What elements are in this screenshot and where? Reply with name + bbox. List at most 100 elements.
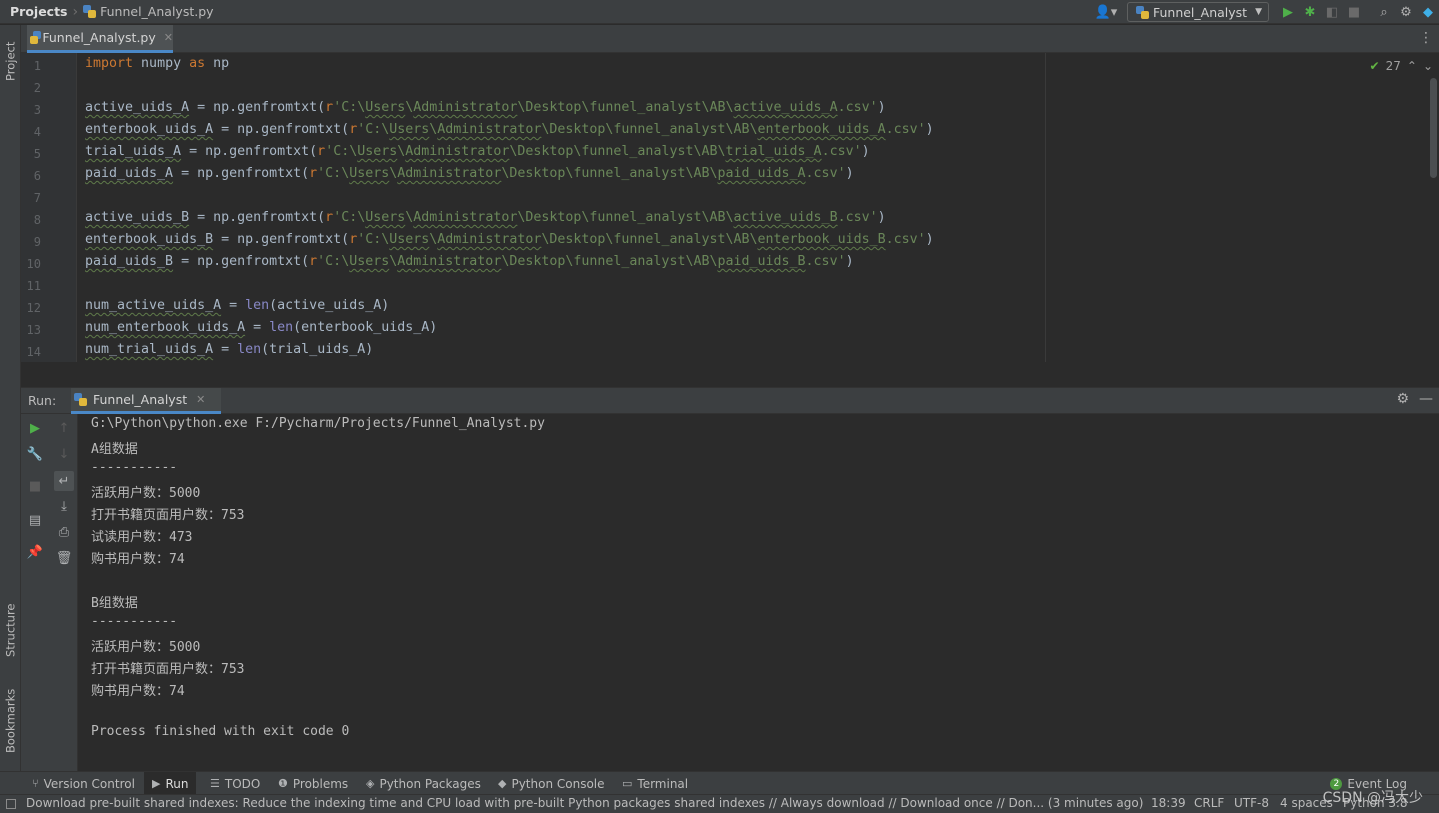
console-line: B组数据	[91, 596, 138, 611]
list-icon: ☰	[210, 777, 220, 790]
line-number: 4	[33, 125, 41, 139]
structure-tool-tab[interactable]: Structure	[0, 595, 21, 665]
toolbar-right: 👤▾ Funnel_Analyst ▼ ▶ ✱ ◧ ■ ⌕ ⚙ ◆	[1091, 0, 1439, 24]
console-line: 活跃用户数：5000	[91, 640, 201, 655]
line-separator[interactable]: CRLF	[1194, 796, 1224, 810]
layout-icon[interactable]: ▤	[25, 510, 45, 530]
project-tool-label: Project	[3, 41, 18, 81]
settings-icon[interactable]: ⚙	[1396, 391, 1409, 407]
structure-tool-label: Structure	[3, 603, 18, 657]
editor-tab-label: Funnel_Analyst.py	[42, 30, 156, 45]
code-line: trial_uids_A = np.genfromtxt(r'C:\Users\…	[85, 144, 870, 159]
code-editor[interactable]: 1 2 3 4 5 6 7 8 9 10 11 12 13 14 import numpy as np ac…	[21, 53, 1439, 362]
more-options-icon[interactable]: ⋮	[1419, 30, 1433, 46]
line-number: 13	[26, 323, 41, 337]
packages-icon: ◈	[366, 777, 375, 790]
status-toggle-icon[interactable]	[6, 799, 16, 809]
tab-version-control-label: Version Control	[43, 776, 135, 791]
tab-python-console[interactable]: ◆ Python Console	[498, 772, 605, 795]
python-file-icon	[30, 31, 42, 44]
status-bar: Download pre-built shared indexes: Reduc…	[0, 794, 1439, 813]
soft-wrap-icon[interactable]: ↵	[54, 471, 74, 491]
breadcrumb-file[interactable]: Funnel_Analyst.py	[100, 4, 213, 19]
code-line: num_trial_uids_A = len(trial_uids_A)	[85, 342, 374, 357]
file-encoding[interactable]: UTF-8	[1234, 796, 1269, 810]
bookmarks-tool-label: Bookmarks	[3, 688, 18, 754]
run-icon[interactable]: ▶	[1277, 1, 1299, 23]
line-number: 1	[33, 59, 41, 73]
editor-scrollbar[interactable]	[1430, 78, 1437, 178]
search-icon[interactable]: ⌕	[1373, 1, 1395, 23]
console-line: 购书用户数：74	[91, 552, 185, 567]
close-icon[interactable]: ✕	[164, 31, 173, 44]
bottom-tool-tabs: ⑂ Version Control ▶ Run ☰ TODO ❶ Problem…	[0, 771, 1439, 795]
line-number-gutter: 1 2 3 4 5 6 7 8 9 10 11 12 13 14	[21, 53, 77, 362]
debug-icon[interactable]: ✱	[1299, 1, 1321, 23]
console-line: 打开书籍页面用户数：753	[91, 508, 245, 523]
run-configuration-dropdown[interactable]: Funnel_Analyst ▼	[1126, 2, 1269, 22]
wrench-icon[interactable]: 🔧	[25, 444, 45, 464]
bookmarks-tool-tab[interactable]: Bookmarks	[0, 681, 21, 761]
inspection-count: 27	[1385, 59, 1401, 73]
jetbrains-icon[interactable]: ◆	[1417, 1, 1439, 23]
status-message[interactable]: Download pre-built shared indexes: Reduc…	[26, 796, 1143, 810]
line-number: 14	[26, 345, 41, 359]
breadcrumb: Projects › Funnel_Analyst.py	[0, 4, 214, 20]
tab-run-label: Run	[165, 776, 189, 791]
code-line: enterbook_uids_B = np.genfromtxt(r'C:\Us…	[85, 232, 934, 247]
rerun-icon[interactable]: ▶	[25, 418, 45, 438]
tab-python-packages-label: Python Packages	[379, 776, 481, 791]
pin-icon[interactable]: 📌	[25, 542, 45, 562]
editor-tab-funnel-analyst[interactable]: Funnel_Analyst.py ✕	[27, 25, 173, 53]
tab-problems[interactable]: ❶ Problems	[278, 772, 348, 795]
project-tool-tab[interactable]: Project	[0, 31, 21, 91]
chevron-right-icon: ›	[72, 3, 79, 20]
caret-position[interactable]: 18:39	[1151, 796, 1186, 810]
stop-icon[interactable]: ■	[1343, 1, 1365, 23]
python-icon	[74, 393, 87, 406]
tab-terminal-label: Terminal	[637, 776, 689, 791]
code-line: num_active_uids_A = len(active_uids_A)	[85, 298, 390, 313]
right-margin-guide	[1045, 53, 1046, 362]
console-line: G:\Python\python.exe F:/Pycharm/Projects…	[91, 416, 545, 431]
minimize-icon[interactable]: —	[1419, 391, 1433, 407]
tab-todo[interactable]: ☰ TODO	[210, 772, 260, 795]
tab-python-console-label: Python Console	[511, 776, 605, 791]
line-number: 2	[33, 81, 41, 95]
branch-icon: ⑂	[32, 777, 39, 790]
console-line: 试读用户数：473	[91, 530, 193, 545]
tab-run[interactable]: ▶ Run	[144, 772, 197, 795]
editor-tab-bar: Funnel_Analyst.py ✕ ⋮	[21, 25, 1439, 53]
user-icon[interactable]: 👤▾	[1091, 1, 1121, 23]
tab-terminal[interactable]: ▭ Terminal	[622, 772, 688, 795]
arrow-down-icon[interactable]: ↓	[54, 444, 74, 464]
stop-icon[interactable]: ■	[25, 476, 45, 496]
trash-icon[interactable]: 🗑	[54, 548, 74, 568]
terminal-icon: ▭	[622, 777, 633, 790]
run-console[interactable]: G:\Python\python.exe F:/Pycharm/Projects…	[79, 414, 1439, 771]
console-line: Process finished with exit code 0	[91, 724, 350, 739]
chevron-down-icon[interactable]: ⌄	[1423, 59, 1433, 73]
breadcrumb-project[interactable]: Projects	[10, 4, 68, 19]
code-line: num_enterbook_uids_A = len(enterbook_uid…	[85, 320, 438, 335]
coverage-icon[interactable]: ◧	[1321, 1, 1343, 23]
print-icon[interactable]: ⎙	[54, 522, 74, 542]
scroll-to-end-icon[interactable]: ⤓	[54, 496, 74, 516]
console-line: -----------	[91, 614, 178, 629]
arrow-up-icon[interactable]: ↑	[54, 418, 74, 438]
info-icon: ❶	[278, 777, 288, 790]
tab-problems-label: Problems	[292, 776, 349, 791]
console-line: 打开书籍页面用户数：753	[91, 662, 245, 677]
tab-python-packages[interactable]: ◈ Python Packages	[366, 772, 481, 795]
line-number: 9	[33, 235, 41, 249]
console-line: -----------	[91, 460, 178, 475]
close-icon[interactable]: ✕	[196, 393, 205, 406]
run-tab-funnel-analyst[interactable]: Funnel_Analyst ✕	[71, 388, 221, 414]
left-tool-strip: Project Structure Bookmarks	[0, 25, 21, 771]
line-number: 3	[33, 103, 41, 117]
tab-version-control[interactable]: ⑂ Version Control	[32, 772, 135, 795]
run-panel-header: Run: Funnel_Analyst ✕ ⚙ —	[21, 387, 1439, 414]
inspection-widget[interactable]: ✔ 27 ⌃ ⌄	[1370, 59, 1433, 73]
settings-icon[interactable]: ⚙	[1395, 1, 1417, 23]
chevron-up-icon[interactable]: ⌃	[1407, 59, 1417, 73]
